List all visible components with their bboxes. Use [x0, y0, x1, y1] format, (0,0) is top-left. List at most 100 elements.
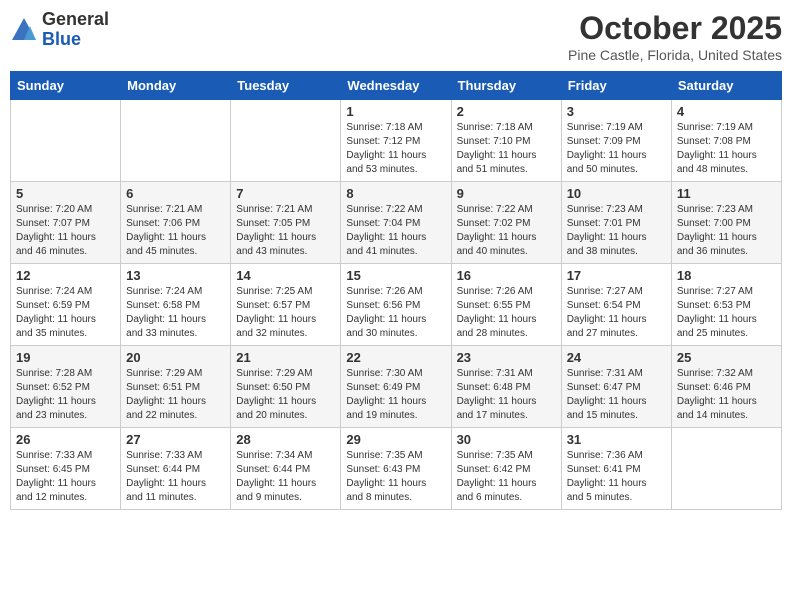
day-number: 20 — [126, 350, 225, 365]
page-header: General Blue October 2025 Pine Castle, F… — [10, 10, 782, 63]
weekday-header-saturday: Saturday — [671, 72, 781, 100]
calendar-week-4: 19 Sunrise: 7:28 AMSunset: 6:52 PMDayligh… — [11, 346, 782, 428]
day-number: 21 — [236, 350, 335, 365]
calendar-cell: 1Sunrise: 7:18 AMSunset: 7:12 PMDaylight… — [341, 100, 451, 182]
day-number: 9 — [457, 186, 556, 201]
weekday-header-tuesday: Tuesday — [231, 72, 341, 100]
calendar-cell: 18Sunrise: 7:27 AMSunset: 6:53 PMDayligh… — [671, 264, 781, 346]
day-info: Sunrise: 7:21 AMSunset: 7:06 PMDaylight:… — [126, 203, 225, 259]
day-info: Sunrise: 7:29 AMSunset: 6:51 PMDaylight:… — [126, 367, 225, 423]
day-info: Sunrise: 7:23 AMSunset: 7:00 PMDaylight:… — [677, 203, 776, 259]
calendar-cell: 5 Sunrise: 7:20 AMSunset: 7:07 PMDaylight… — [11, 182, 121, 264]
day-number: 4 — [677, 104, 776, 119]
day-info: Sunrise: 7:30 AMSunset: 6:49 PMDaylight:… — [346, 367, 445, 423]
calendar-cell — [671, 428, 781, 510]
calendar-cell: 27 Sunrise: 7:33 AMSunset: 6:44 PMDayligh… — [121, 428, 231, 510]
calendar-cell: 26Sunrise: 7:33 AMSunset: 6:45 PMDayligh… — [11, 428, 121, 510]
calendar-cell: 20 Sunrise: 7:29 AMSunset: 6:51 PMDayligh… — [121, 346, 231, 428]
day-info: Sunrise: 7:27 AMSunset: 6:53 PMDaylight:… — [677, 285, 776, 341]
day-number: 14 — [236, 268, 335, 283]
calendar-cell: 10Sunrise: 7:23 AMSunset: 7:01 PMDayligh… — [561, 182, 671, 264]
day-info: Sunrise: 7:23 AMSunset: 7:01 PMDaylight:… — [567, 203, 666, 259]
day-number: 8 — [346, 186, 445, 201]
day-info: Sunrise: 7:25 AMSunset: 6:57 PMDaylight:… — [236, 285, 335, 341]
calendar-cell: 31 Sunrise: 7:36 AMSunset: 6:41 PMDayligh… — [561, 428, 671, 510]
calendar-week-5: 26Sunrise: 7:33 AMSunset: 6:45 PMDayligh… — [11, 428, 782, 510]
day-info: Sunrise: 7:27 AMSunset: 6:54 PMDaylight:… — [567, 285, 666, 341]
calendar-cell: 16 Sunrise: 7:26 AMSunset: 6:55 PMDayligh… — [451, 264, 561, 346]
title-block: October 2025 Pine Castle, Florida, Unite… — [568, 10, 782, 63]
day-number: 26 — [16, 432, 115, 447]
day-info: Sunrise: 7:22 AMSunset: 7:02 PMDaylight:… — [457, 203, 556, 259]
calendar-cell: 14 Sunrise: 7:25 AMSunset: 6:57 PMDayligh… — [231, 264, 341, 346]
logo-text: General Blue — [42, 10, 109, 50]
day-number: 24 — [567, 350, 666, 365]
day-number: 25 — [677, 350, 776, 365]
calendar-cell: 19 Sunrise: 7:28 AMSunset: 6:52 PMDayligh… — [11, 346, 121, 428]
calendar-cell: 15 Sunrise: 7:26 AMSunset: 6:56 PMDayligh… — [341, 264, 451, 346]
day-number: 7 — [236, 186, 335, 201]
calendar-cell: 12Sunrise: 7:24 AMSunset: 6:59 PMDayligh… — [11, 264, 121, 346]
day-number: 29 — [346, 432, 445, 447]
day-info: Sunrise: 7:20 AMSunset: 7:07 PMDaylight:… — [16, 203, 115, 259]
calendar-cell: 3Sunrise: 7:19 AMSunset: 7:09 PMDaylight… — [561, 100, 671, 182]
day-info: Sunrise: 7:21 AMSunset: 7:05 PMDaylight:… — [236, 203, 335, 259]
day-info: Sunrise: 7:32 AMSunset: 6:46 PMDaylight:… — [677, 367, 776, 423]
day-info: Sunrise: 7:33 AMSunset: 6:44 PMDaylight:… — [126, 449, 225, 505]
calendar-cell: 30Sunrise: 7:35 AMSunset: 6:42 PMDayligh… — [451, 428, 561, 510]
day-info: Sunrise: 7:22 AMSunset: 7:04 PMDaylight:… — [346, 203, 445, 259]
day-info: Sunrise: 7:36 AMSunset: 6:41 PMDaylight:… — [567, 449, 666, 505]
weekday-header-thursday: Thursday — [451, 72, 561, 100]
day-number: 27 — [126, 432, 225, 447]
calendar-cell: 11Sunrise: 7:23 AMSunset: 7:00 PMDayligh… — [671, 182, 781, 264]
day-number: 31 — [567, 432, 666, 447]
day-number: 28 — [236, 432, 335, 447]
day-info: Sunrise: 7:29 AMSunset: 6:50 PMDaylight:… — [236, 367, 335, 423]
day-number: 22 — [346, 350, 445, 365]
day-number: 5 — [16, 186, 115, 201]
calendar-week-3: 12Sunrise: 7:24 AMSunset: 6:59 PMDayligh… — [11, 264, 782, 346]
day-info: Sunrise: 7:35 AMSunset: 6:43 PMDaylight:… — [346, 449, 445, 505]
day-number: 19 — [16, 350, 115, 365]
day-info: Sunrise: 7:31 AMSunset: 6:47 PMDaylight:… — [567, 367, 666, 423]
day-info: Sunrise: 7:26 AMSunset: 6:56 PMDaylight:… — [346, 285, 445, 341]
calendar-location: Pine Castle, Florida, United States — [568, 47, 782, 63]
day-number: 23 — [457, 350, 556, 365]
day-number: 16 — [457, 268, 556, 283]
weekday-header-wednesday: Wednesday — [341, 72, 451, 100]
calendar-cell: 9 Sunrise: 7:22 AMSunset: 7:02 PMDaylight… — [451, 182, 561, 264]
calendar-cell: 17Sunrise: 7:27 AMSunset: 6:54 PMDayligh… — [561, 264, 671, 346]
day-info: Sunrise: 7:26 AMSunset: 6:55 PMDaylight:… — [457, 285, 556, 341]
day-number: 3 — [567, 104, 666, 119]
calendar-week-2: 5 Sunrise: 7:20 AMSunset: 7:07 PMDaylight… — [11, 182, 782, 264]
day-number: 15 — [346, 268, 445, 283]
calendar-cell: 25 Sunrise: 7:32 AMSunset: 6:46 PMDayligh… — [671, 346, 781, 428]
calendar-cell: 24 Sunrise: 7:31 AMSunset: 6:47 PMDayligh… — [561, 346, 671, 428]
calendar-cell — [121, 100, 231, 182]
calendar-cell: 4 Sunrise: 7:19 AMSunset: 7:08 PMDaylight… — [671, 100, 781, 182]
day-info: Sunrise: 7:24 AMSunset: 6:58 PMDaylight:… — [126, 285, 225, 341]
day-info: Sunrise: 7:24 AMSunset: 6:59 PMDaylight:… — [16, 285, 115, 341]
day-number: 13 — [126, 268, 225, 283]
calendar-cell: 6 Sunrise: 7:21 AMSunset: 7:06 PMDaylight… — [121, 182, 231, 264]
calendar-cell: 23 Sunrise: 7:31 AMSunset: 6:48 PMDayligh… — [451, 346, 561, 428]
weekday-header-friday: Friday — [561, 72, 671, 100]
day-info: Sunrise: 7:34 AMSunset: 6:44 PMDaylight:… — [236, 449, 335, 505]
day-info: Sunrise: 7:28 AMSunset: 6:52 PMDaylight:… — [16, 367, 115, 423]
calendar-title: October 2025 — [568, 10, 782, 47]
day-info: Sunrise: 7:31 AMSunset: 6:48 PMDaylight:… — [457, 367, 556, 423]
calendar-cell — [231, 100, 341, 182]
calendar-cell: 28 Sunrise: 7:34 AMSunset: 6:44 PMDayligh… — [231, 428, 341, 510]
calendar-cell: 8 Sunrise: 7:22 AMSunset: 7:04 PMDaylight… — [341, 182, 451, 264]
calendar-table: SundayMondayTuesdayWednesdayThursdayFrid… — [10, 71, 782, 510]
weekday-header-monday: Monday — [121, 72, 231, 100]
calendar-cell: 2Sunrise: 7:18 AMSunset: 7:10 PMDaylight… — [451, 100, 561, 182]
day-info: Sunrise: 7:18 AMSunset: 7:12 PMDaylight:… — [346, 121, 445, 177]
day-number: 6 — [126, 186, 225, 201]
day-number: 30 — [457, 432, 556, 447]
calendar-cell: 29 Sunrise: 7:35 AMSunset: 6:43 PMDayligh… — [341, 428, 451, 510]
calendar-cell — [11, 100, 121, 182]
logo: General Blue — [10, 10, 109, 50]
day-info: Sunrise: 7:18 AMSunset: 7:10 PMDaylight:… — [457, 121, 556, 177]
day-info: Sunrise: 7:19 AMSunset: 7:08 PMDaylight:… — [677, 121, 776, 177]
